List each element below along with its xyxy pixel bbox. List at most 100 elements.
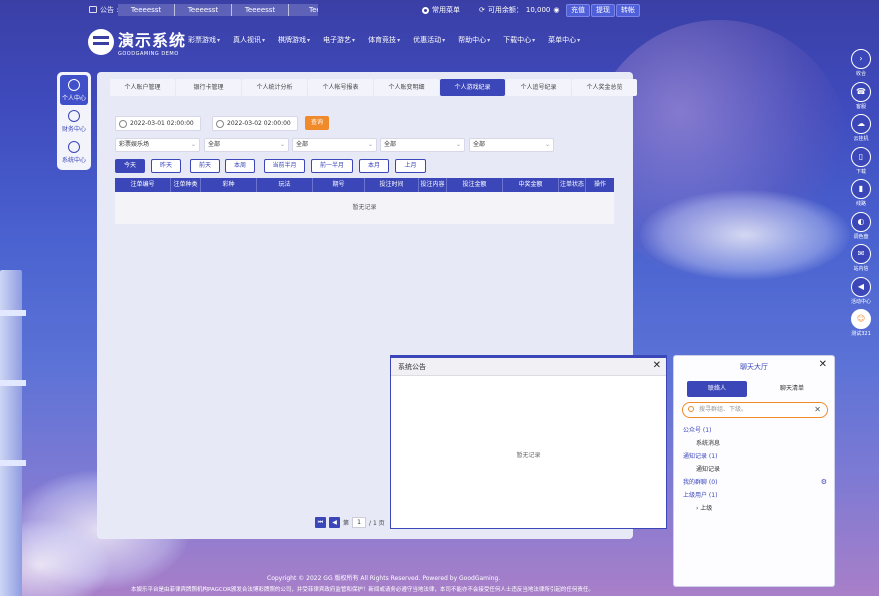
- logo-subtitle: GOODGAMING DEMO: [118, 51, 179, 57]
- deposit-button[interactable]: 充值: [566, 4, 590, 17]
- nav-item-menu[interactable]: 菜单中心▾: [548, 35, 580, 45]
- page-number-input[interactable]: 1: [352, 517, 367, 528]
- footer-copyright: Copyright © 2022 GG 版权所有 All Rights Rese…: [267, 575, 501, 582]
- rail-line[interactable]: ▮ 线路: [847, 179, 875, 210]
- prev-page-icon[interactable]: ◀: [329, 517, 340, 528]
- nav-item-chess[interactable]: 棋牌游戏▾: [278, 35, 310, 45]
- left-menu-system[interactable]: 系统中心: [60, 137, 88, 167]
- nav-item-lottery[interactable]: 彩票游戏▾: [188, 35, 220, 45]
- first-page-icon[interactable]: ⏮: [315, 517, 326, 528]
- main-nav: 彩票游戏▾ 真人视讯▾ 棋牌游戏▾ 电子游艺▾ 体育竞技▾ 优惠活动▾ 帮助中心…: [188, 35, 593, 45]
- close-icon[interactable]: ✕: [653, 360, 661, 371]
- rail-collapse[interactable]: › 收合: [847, 49, 875, 80]
- range-yesterday-button[interactable]: 昨天: [151, 159, 181, 173]
- range-last-month-button[interactable]: 上月: [395, 159, 426, 173]
- left-menu-personal[interactable]: 个人中心: [60, 75, 88, 105]
- nav-item-promotions[interactable]: 优惠活动▾: [413, 35, 445, 45]
- page-prefix: 第: [343, 520, 350, 527]
- tab-account-changes[interactable]: 个人账变明细: [374, 79, 439, 96]
- mode-select[interactable]: 全部 ⌄: [469, 138, 554, 152]
- clear-icon[interactable]: ✕: [814, 403, 821, 416]
- range-this-month-button[interactable]: 本月: [359, 159, 389, 173]
- range-today-button[interactable]: 今天: [115, 159, 145, 173]
- contact-item[interactable]: › 上级: [683, 502, 829, 515]
- rail-download[interactable]: ▯ 下载: [847, 146, 875, 178]
- lottery-select[interactable]: 彩票娱乐场 ⌄: [115, 138, 200, 152]
- query-button[interactable]: 查询: [305, 116, 329, 130]
- favorite-menu-label: 常用菜单: [432, 6, 460, 14]
- search-icon: [688, 406, 694, 412]
- balance-value: 10,000: [525, 6, 551, 14]
- notice-label: 公告 :: [100, 6, 119, 14]
- marquee-item: Teeeesst: [232, 4, 289, 16]
- tab-chat-list[interactable]: 聊天清单: [762, 381, 822, 397]
- clock-icon: [216, 120, 224, 128]
- column-header: 投注内容: [419, 178, 447, 192]
- start-date-input[interactable]: 2022-03-01 02:00:00: [115, 116, 201, 131]
- avatar: ☺: [851, 309, 871, 329]
- rail-messages[interactable]: ✉ 站内信: [847, 244, 875, 275]
- chevron-down-icon: ⌄: [190, 141, 196, 148]
- user-icon: [68, 79, 80, 91]
- type-select[interactable]: 全部 ⌄: [204, 138, 289, 152]
- left-menu-finance[interactable]: 财务中心: [60, 106, 88, 136]
- range-prev-half-month-button[interactable]: 前一半月: [311, 159, 353, 173]
- eye-icon[interactable]: ◉: [553, 6, 559, 14]
- tab-chase-records[interactable]: 个人追号纪录: [506, 79, 571, 96]
- tab-report[interactable]: 个人帐号报表: [308, 79, 373, 96]
- records-table-header: 注单编号 注单种类 彩种 玩法 期号 投注时间 投注内容 投注金额 中奖金额 注…: [115, 178, 614, 192]
- rail-user[interactable]: ☺ 测试321: [847, 309, 875, 340]
- rail-cloud[interactable]: ☁ 云挂机: [847, 114, 875, 145]
- tower-decoration: [0, 270, 26, 596]
- column-header: 注单种类: [171, 178, 201, 192]
- megaphone-icon: ◀: [851, 276, 871, 297]
- range-this-week-button[interactable]: 本周: [225, 159, 255, 173]
- nav-item-download[interactable]: 下载中心▾: [503, 35, 535, 45]
- tab-statistics[interactable]: 个人统计分析: [242, 79, 307, 96]
- status-select[interactable]: 全部 ⌄: [380, 138, 465, 152]
- favorite-menu-toggle[interactable]: 常用菜单: [422, 5, 460, 15]
- tab-bonus-overview[interactable]: 个人奖金总览: [572, 79, 637, 96]
- nav-item-live[interactable]: 真人视讯▾: [233, 35, 265, 45]
- contact-item[interactable]: 系统消息: [683, 437, 829, 450]
- logo[interactable]: 演示系统 GOODGAMING DEMO: [88, 27, 186, 57]
- marquee-item: Teee: [289, 4, 318, 16]
- contact-group[interactable]: 我的群聊 (0) ⚙: [683, 476, 829, 489]
- chat-search-input[interactable]: 搜寻群组、下级。 ✕: [682, 402, 828, 418]
- tab-account[interactable]: 个人账户管理: [110, 79, 175, 96]
- nav-item-slots[interactable]: 电子游艺▾: [323, 35, 355, 45]
- chevron-down-icon: ▾: [352, 37, 356, 44]
- cloud-decoration: [640, 190, 850, 280]
- close-icon[interactable]: ✕: [819, 359, 827, 370]
- cloud-icon: ☁: [851, 114, 871, 134]
- announcement-marquee[interactable]: TeeeesstTeeeesstTeeeesstTeee: [118, 4, 318, 16]
- range-half-month-button[interactable]: 当前半月: [264, 159, 305, 173]
- logo-title: 演示系统: [118, 31, 187, 50]
- contact-item[interactable]: 通知记录: [683, 463, 829, 476]
- chevron-down-icon: ⌄: [455, 141, 461, 148]
- transfer-button[interactable]: 转帐: [616, 4, 640, 17]
- chevron-down-icon: ▾: [262, 37, 266, 44]
- gear-icon[interactable]: ⚙: [821, 476, 827, 489]
- chevron-down-icon: ▾: [487, 37, 491, 44]
- rail-activity[interactable]: ◀ 活动中心: [847, 276, 875, 308]
- rail-support[interactable]: ☎ 客服: [847, 81, 875, 113]
- chevron-down-icon: ▾: [217, 37, 221, 44]
- contact-group[interactable]: 通知记录 (1): [683, 450, 829, 463]
- range-day-before-button[interactable]: 前天: [190, 159, 220, 173]
- tab-contacts[interactable]: 联络人: [687, 381, 747, 397]
- pagination: ⏮ ◀ 第 1 / 1 页: [315, 517, 385, 528]
- tab-bank-card[interactable]: 银行卡管理: [176, 79, 241, 96]
- contact-group[interactable]: 公众号 (1): [683, 424, 829, 437]
- chat-bubble-icon: ✉: [851, 244, 871, 264]
- play-select[interactable]: 全部 ⌄: [292, 138, 377, 152]
- nav-item-help[interactable]: 帮助中心▾: [458, 35, 490, 45]
- contact-group[interactable]: 上级用户 (1): [683, 489, 829, 502]
- nav-item-sports[interactable]: 体育竞技▾: [368, 35, 400, 45]
- tab-game-records[interactable]: 个人游戏纪录: [440, 79, 505, 96]
- end-date-input[interactable]: 2022-03-02 02:00:00: [212, 116, 298, 131]
- refresh-icon[interactable]: ⟳: [479, 6, 485, 14]
- withdraw-button[interactable]: 提现: [591, 4, 615, 17]
- rail-palette[interactable]: ◐ 调色盘: [847, 211, 875, 243]
- contact-list: 公众号 (1) 系统消息 通知记录 (1) 通知记录 我的群聊 (0) ⚙ 上级用…: [683, 424, 829, 515]
